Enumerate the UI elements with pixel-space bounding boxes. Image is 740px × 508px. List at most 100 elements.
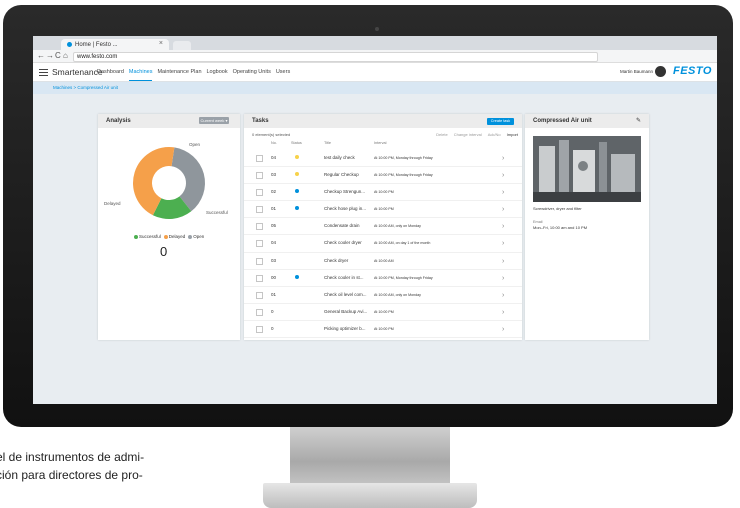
url-input[interactable]: www.festo.com — [73, 52, 598, 62]
camera-icon — [375, 27, 379, 31]
row-title[interactable]: Check oil level com... — [324, 292, 367, 297]
create-task-button[interactable]: Create task — [487, 118, 514, 125]
table-row[interactable]: 01 Check oil level com... At 10:00 AM, onl… — [244, 287, 522, 304]
period-select[interactable]: Current week ▾ — [199, 117, 229, 124]
caption-text: el de instrumentos de admi- ción para di… — [0, 450, 145, 482]
analysis-title: Analysis — [106, 118, 131, 124]
legend-item: Successful — [134, 234, 161, 239]
status-dot-icon — [295, 206, 299, 211]
table-row[interactable]: 0 General Backup Avi... At 10:00 PM › — [244, 304, 522, 321]
row-number: 03 — [271, 257, 277, 263]
row-checkbox[interactable] — [256, 240, 263, 248]
unit-label: Email — [533, 220, 543, 224]
action-import[interactable]: Import — [507, 132, 518, 137]
analysis-header: Analysis Current week ▾ — [98, 114, 240, 128]
new-tab-button[interactable] — [173, 41, 191, 50]
chevron-right-icon[interactable]: › — [502, 223, 504, 230]
task-count: 0 — [160, 244, 168, 259]
chart-legend: Successful Delayed Open — [134, 234, 204, 239]
col-title[interactable]: Title — [324, 141, 331, 145]
action-change-interval[interactable]: Change interval — [454, 132, 482, 137]
row-title[interactable]: Picking optimizer b... — [324, 326, 366, 331]
close-tab-icon[interactable]: × — [159, 40, 163, 47]
row-title[interactable]: Checkup Strengun... — [324, 189, 365, 194]
nav-item-users[interactable]: Users — [276, 69, 290, 81]
edit-icon[interactable]: ✎ — [636, 117, 641, 124]
monitor-base — [263, 483, 477, 508]
row-checkbox[interactable] — [256, 291, 263, 299]
row-checkbox[interactable] — [256, 155, 263, 162]
chevron-right-icon[interactable]: › — [502, 155, 504, 162]
row-title[interactable]: Check cooler dryer — [324, 240, 362, 245]
row-checkbox[interactable] — [256, 257, 263, 265]
chevron-right-icon[interactable]: › — [502, 240, 504, 247]
row-checkbox[interactable] — [256, 274, 263, 282]
screen: Home | Festo ... × ← → C ⌂ www.festo.com… — [33, 36, 717, 404]
legend-item: Delayed — [163, 234, 185, 239]
unit-schedule: Mon–Fri, 10:00 am and 10 PM — [533, 225, 588, 230]
row-checkbox[interactable] — [256, 308, 263, 316]
status-dot-icon — [295, 274, 299, 279]
chevron-right-icon[interactable]: › — [502, 326, 504, 333]
table-row[interactable]: 00 Check cooler in st... At 10:00 PM, Mond… — [244, 270, 522, 287]
browser-tab[interactable]: Home | Festo ... × — [61, 39, 169, 50]
col-no[interactable]: No. — [271, 141, 277, 145]
chevron-right-icon[interactable]: › — [502, 309, 504, 316]
row-title[interactable]: test daily check — [324, 155, 355, 160]
table-row[interactable]: 03 Regular Checkup At 10:00 PM, Monday thr… — [244, 167, 522, 185]
row-title[interactable]: General Backup Avi... — [324, 309, 367, 314]
row-checkbox[interactable] — [256, 325, 263, 333]
table-row[interactable]: 04 test daily check At 10:00 PM, Monday th… — [244, 150, 522, 168]
table-row[interactable]: 05 Condensate drain At 10:00 AM, only on M… — [244, 218, 522, 236]
row-checkbox[interactable] — [256, 172, 263, 180]
slice-label-open: Open — [189, 142, 201, 147]
row-checkbox[interactable] — [256, 206, 263, 214]
action-ack-no[interactable]: Ack/No — [488, 132, 501, 137]
tasks-panel: Tasks Create task 0 element(s) selected … — [244, 114, 522, 340]
table-row[interactable]: 0 Picking optimizer b... At 10:00 PM › — [244, 321, 522, 339]
col-status[interactable]: Status — [291, 141, 302, 145]
table-row[interactable]: 02 Checkup Strengun... At 10:00 PM › — [244, 184, 522, 202]
nav-item-logbook[interactable]: Logbook — [207, 69, 228, 81]
action-delete[interactable]: Delete — [436, 132, 448, 137]
nav-item-machines[interactable]: Machines — [128, 69, 153, 81]
chevron-right-icon[interactable]: › — [502, 275, 504, 282]
col-interval[interactable]: Interval — [374, 141, 386, 145]
row-checkbox[interactable] — [256, 189, 263, 197]
nav-item-maintenance-plan[interactable]: Maintenance Plan — [157, 69, 201, 81]
row-title[interactable]: Condensate drain — [324, 223, 360, 228]
row-checkbox[interactable] — [256, 223, 263, 231]
row-number: 01 — [271, 291, 277, 297]
table-row[interactable]: 04 Check cooler dryer At 10:00 AM, on day … — [244, 235, 522, 253]
row-title[interactable]: Check cooler in st... — [324, 275, 364, 280]
nav-item-dashboard[interactable]: Dashboard — [97, 69, 124, 81]
chevron-right-icon[interactable]: › — [502, 172, 504, 179]
row-interval: At 10:00 PM — [374, 207, 394, 212]
row-title[interactable]: Check dryer — [324, 258, 348, 263]
chevron-right-icon[interactable]: › — [502, 189, 504, 196]
chevron-right-icon[interactable]: › — [502, 206, 504, 213]
festo-logo: FESTO — [673, 65, 712, 77]
avatar-icon[interactable] — [655, 66, 666, 77]
home-icon[interactable]: ⌂ — [63, 51, 68, 60]
row-number: 03 — [271, 172, 277, 178]
back-icon[interactable]: ← — [37, 51, 45, 60]
breadcrumb-text[interactable]: Machines > Compressed Air unit — [53, 85, 118, 90]
forward-icon[interactable]: → — [46, 51, 54, 60]
row-interval: At 10:00 AM, on day 1 of the month — [374, 241, 431, 246]
row-interval: At 10:00 PM — [374, 326, 394, 331]
row-number: 00 — [271, 274, 277, 280]
menu-icon[interactable] — [39, 69, 48, 78]
reload-icon[interactable]: C — [55, 51, 61, 60]
row-title[interactable]: Check hose plug in... — [324, 206, 366, 211]
table-row[interactable]: 03 Check dryer At 10:00 AM › — [244, 253, 522, 270]
nav-item-operating-units[interactable]: Operating Units — [233, 69, 271, 81]
legend-item: Open — [188, 234, 204, 239]
row-title[interactable]: Regular Checkup — [324, 172, 359, 177]
chevron-right-icon[interactable]: › — [502, 292, 504, 299]
user-name[interactable]: Martin Baumann — [620, 69, 653, 74]
unit-title: Compressed Air unit — [533, 118, 592, 124]
chevron-right-icon[interactable]: › — [502, 258, 504, 265]
tab-title: Home | Festo ... — [75, 41, 118, 48]
table-row[interactable]: 01 Check hose plug in... At 10:00 PM › — [244, 201, 522, 219]
